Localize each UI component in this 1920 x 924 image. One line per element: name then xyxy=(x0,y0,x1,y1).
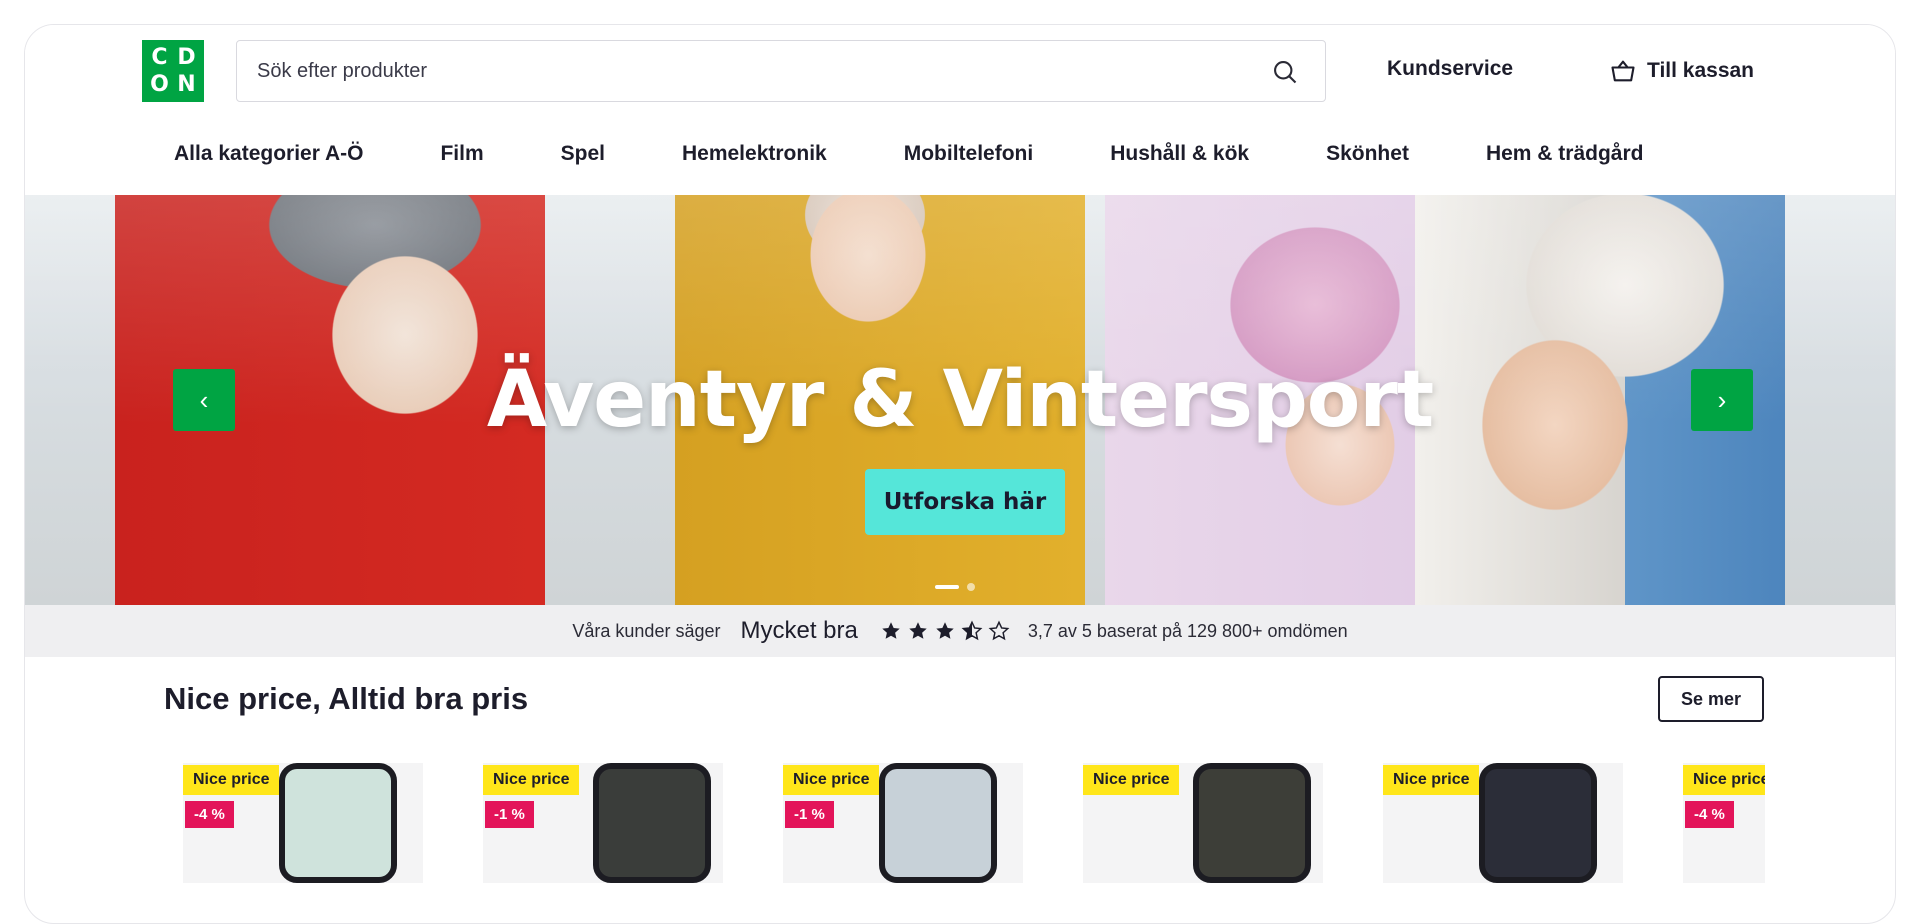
logo-letter: O xyxy=(150,71,169,97)
section-title: Nice price, Alltid bra pris xyxy=(164,681,529,716)
product-image xyxy=(879,763,997,883)
product-card[interactable]: Nice price -1 % xyxy=(783,763,1023,883)
nice-price-badge: Nice price xyxy=(483,765,580,795)
logo-letter: N xyxy=(177,71,196,97)
logo-letter: C xyxy=(151,44,168,70)
chevron-left-icon: ‹ xyxy=(199,384,209,415)
review-word: Mycket bra xyxy=(740,617,858,644)
review-bar: Våra kunder säger Mycket bra 3,7 av 5 ba… xyxy=(25,605,1895,657)
nav-item-film[interactable]: Film xyxy=(440,142,483,166)
checkout-link[interactable]: Till kassan xyxy=(1609,57,1754,85)
nice-price-badge: Nice price xyxy=(183,765,280,795)
hero-title: Äventyr & Vintersport xyxy=(486,355,1434,445)
chevron-right-icon: › xyxy=(1717,384,1727,415)
star-full-icon xyxy=(936,622,954,639)
rating-stars xyxy=(880,620,1010,642)
nav-item-home-garden[interactable]: Hem & trädgård xyxy=(1486,142,1644,166)
nav-item-home-electronics[interactable]: Hemelektronik xyxy=(682,142,827,166)
search-bar xyxy=(236,40,1326,102)
star-empty-icon xyxy=(988,620,1010,641)
customer-service-link[interactable]: Kundservice xyxy=(1387,57,1513,81)
product-carousel: Nice price -4 % Nice price -1 % Nice price -1… xyxy=(183,763,1765,883)
product-card[interactable]: Nice price -1 % xyxy=(483,763,723,883)
nav-item-beauty[interactable]: Skönhet xyxy=(1326,142,1409,166)
page-frame: C D O N Kundservice Till kassan Alla kat… xyxy=(24,24,1896,924)
product-image xyxy=(1193,763,1311,883)
checkout-label: Till kassan xyxy=(1647,59,1755,82)
search-icon[interactable] xyxy=(1271,58,1299,86)
review-intro: Våra kunder säger xyxy=(572,620,721,641)
explore-button[interactable]: Utforska här xyxy=(865,469,1065,535)
nice-price-badge: Nice price xyxy=(1683,765,1765,795)
carousel-prev-button[interactable]: ‹ xyxy=(173,369,235,431)
carousel-dot-active[interactable] xyxy=(935,585,959,589)
product-image xyxy=(593,763,711,883)
see-more-button[interactable]: Se mer xyxy=(1658,676,1764,722)
nav-item-household-kitchen[interactable]: Hushåll & kök xyxy=(1110,142,1249,166)
star-full-icon xyxy=(909,622,927,639)
customer-service-label: Kundservice xyxy=(1387,57,1514,80)
product-image xyxy=(1479,763,1597,883)
logo-letter: D xyxy=(177,44,196,70)
carousel-indicators xyxy=(935,583,975,591)
product-card[interactable]: Nice price xyxy=(1083,763,1323,883)
star-full-icon xyxy=(882,622,900,639)
product-card[interactable]: Nice price -4 % xyxy=(183,763,423,883)
product-image xyxy=(279,763,397,883)
discount-badge: -1 % xyxy=(785,801,834,828)
search-input[interactable] xyxy=(237,41,1325,101)
carousel-next-button[interactable]: › xyxy=(1691,369,1753,431)
nav-item-all-categories[interactable]: Alla kategorier A-Ö xyxy=(174,142,363,166)
hero-banner[interactable]: Äventyr & Vintersport Utforska här ‹ › xyxy=(25,195,1895,605)
site-header: C D O N Kundservice Till kassan Alla kat… xyxy=(25,25,1895,195)
basket-icon xyxy=(1611,60,1635,82)
product-card[interactable]: Nice price -4 % xyxy=(1683,763,1765,883)
discount-badge: -4 % xyxy=(1685,801,1734,828)
nice-price-badge: Nice price xyxy=(783,765,880,795)
discount-badge: -1 % xyxy=(485,801,534,828)
discount-badge: -4 % xyxy=(185,801,234,828)
review-summary: 3,7 av 5 baserat på 129 800+ omdömen xyxy=(1027,620,1348,641)
carousel-dot[interactable] xyxy=(967,583,975,591)
cdon-logo[interactable]: C D O N xyxy=(142,40,204,102)
nav-item-mobile-phones[interactable]: Mobiltelefoni xyxy=(904,142,1034,166)
nav-item-games[interactable]: Spel xyxy=(561,142,605,166)
nice-price-badge: Nice price xyxy=(1083,765,1180,795)
category-nav: Alla kategorier A-Ö Film Spel Hemelektro… xyxy=(174,142,1643,166)
nice-price-badge: Nice price xyxy=(1383,765,1480,795)
product-card[interactable]: Nice price xyxy=(1383,763,1623,883)
star-half-icon xyxy=(961,620,983,641)
